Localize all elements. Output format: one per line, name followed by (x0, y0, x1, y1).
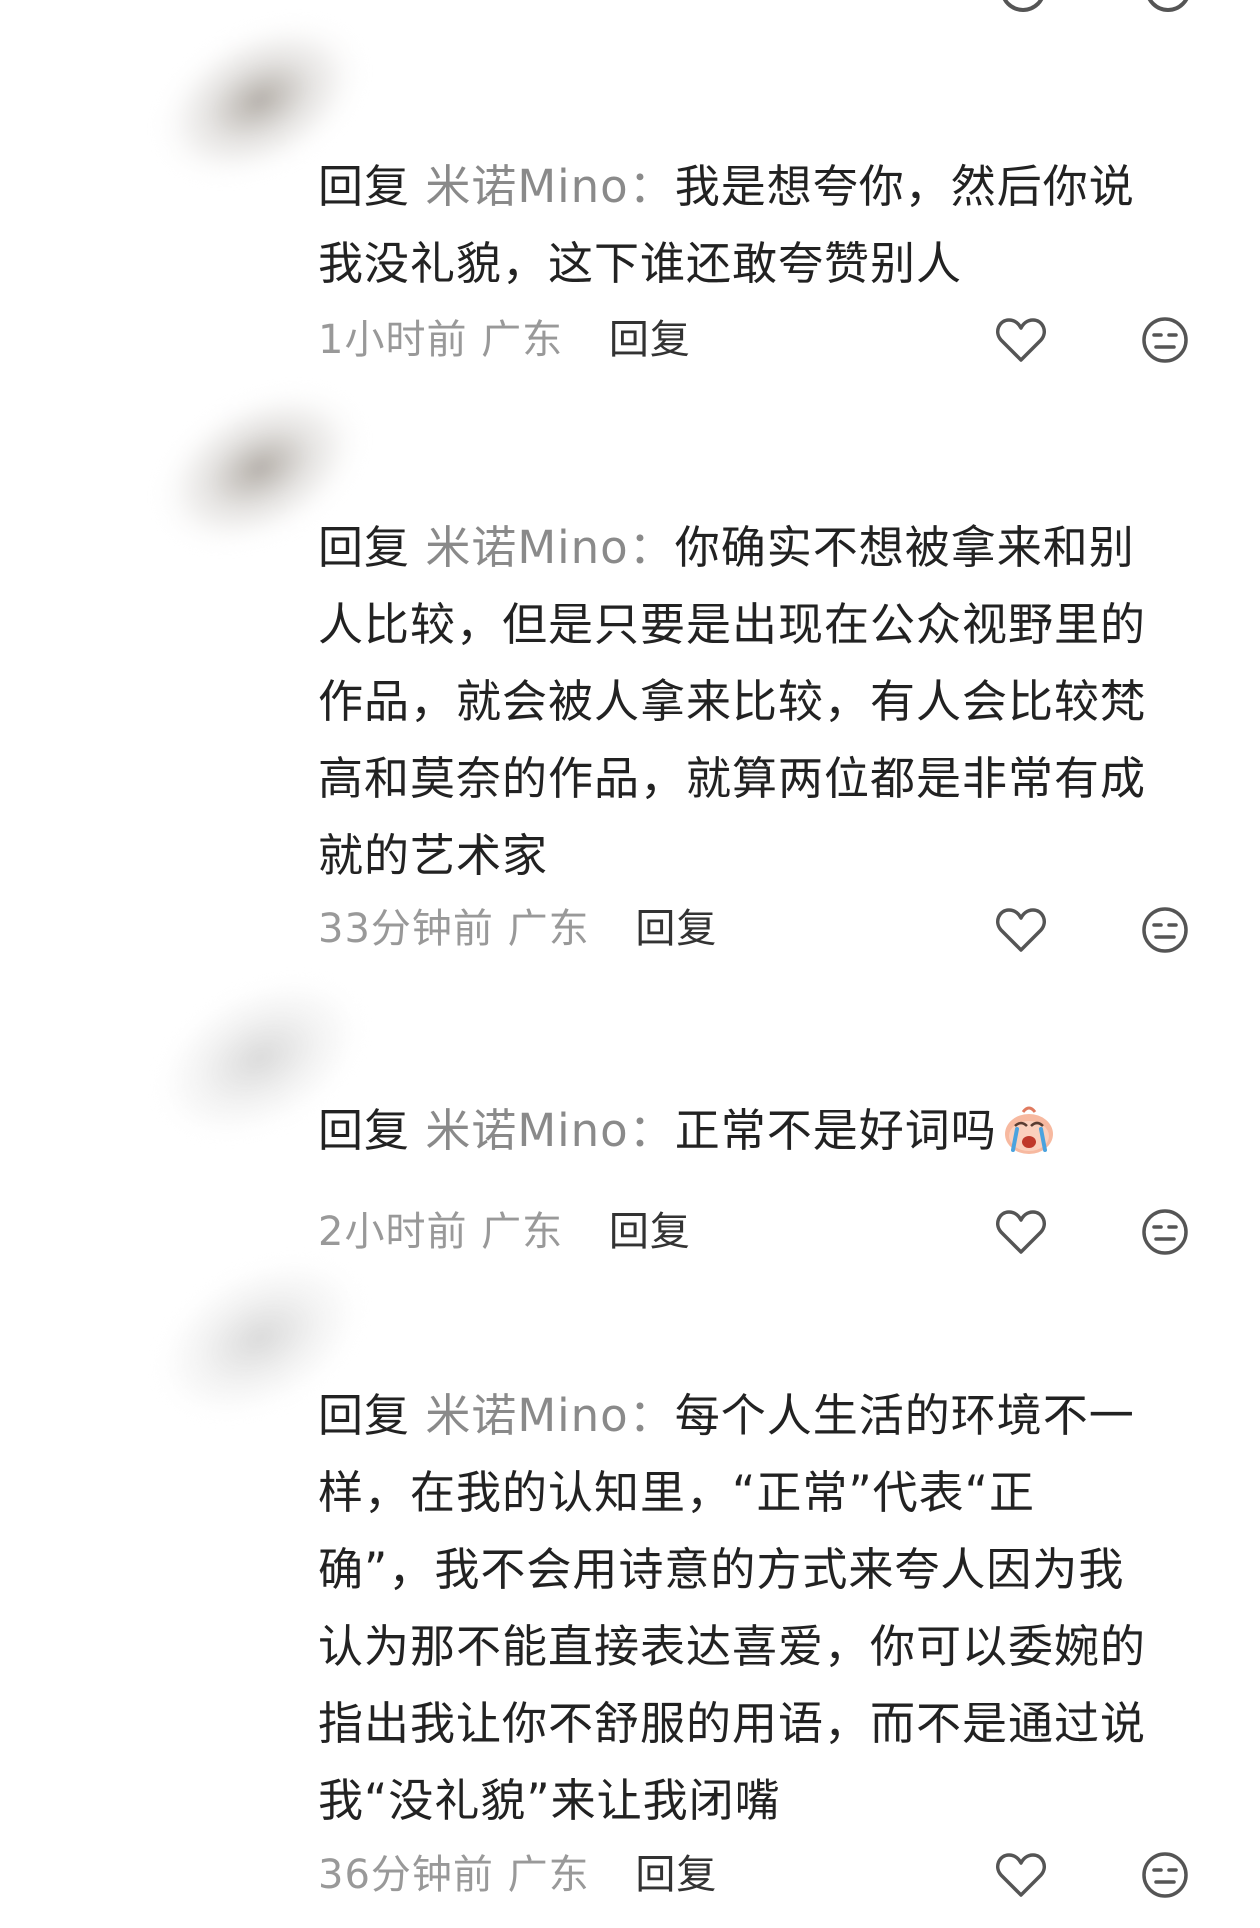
reply-target-username[interactable]: 米诺Mino (425, 1389, 628, 1442)
separator: ： (628, 1389, 675, 1442)
heart-outline-icon[interactable] (995, 906, 1047, 954)
crying-face-emoji (1004, 1106, 1053, 1154)
location: 广东 (481, 1209, 564, 1255)
comment-text: 回复 米诺Mino：我是想夸你，然后你说 我没礼貌，这下谁还敢夸赞别人 (318, 148, 1218, 302)
comment-text: 回复 米诺Mino：正常不是好词吗 (318, 1092, 1218, 1169)
comment-meta: 1小时前 广东 回复 (318, 310, 691, 370)
heart-outline-icon[interactable] (995, 1208, 1047, 1256)
reply-target-username[interactable]: 米诺Mino (425, 521, 628, 574)
comment-text: 回复 米诺Mino：每个人生活的环境不一 样，在我的认知里，“正常”代表“正 确… (318, 1377, 1218, 1839)
reply-button[interactable]: 回复 (635, 1852, 717, 1898)
comment-line: 你确实不想被拿来和别 (674, 521, 1135, 574)
comment-line: 每个人生活的环境不一 (674, 1389, 1135, 1442)
face-icon-partial[interactable] (1145, 0, 1191, 12)
timestamp: 36分钟前 (318, 1852, 494, 1898)
comment-line: 正常不是好词吗 (674, 1104, 997, 1157)
location: 广东 (507, 1852, 590, 1898)
location: 广东 (507, 906, 590, 952)
like-icon-partial[interactable] (1000, 0, 1046, 12)
neutral-face-icon[interactable] (1140, 1207, 1190, 1257)
comment-meta: 2小时前 广东 回复 (318, 1202, 691, 1262)
comment-line: 认为那不能直接表达喜爱，你可以委婉的 (318, 1620, 1147, 1673)
reply-button[interactable]: 回复 (609, 317, 691, 363)
comment-meta: 33分钟前 广东 回复 (318, 899, 717, 959)
reply-button[interactable]: 回复 (609, 1209, 691, 1255)
neutral-face-icon[interactable] (1140, 1850, 1190, 1900)
reply-prefix: 回复 (318, 521, 411, 574)
reply-prefix: 回复 (318, 1104, 411, 1157)
comment-line: 我“没礼貌”来让我闭嘴 (318, 1774, 781, 1827)
separator: ： (628, 160, 675, 213)
comment-line: 高和莫奈的作品，就算两位都是非常有成 (318, 752, 1147, 805)
comment-line: 就的艺术家 (318, 829, 549, 882)
timestamp: 2小时前 (318, 1209, 468, 1255)
neutral-face-icon[interactable] (1140, 315, 1190, 365)
reply-target-username[interactable]: 米诺Mino (425, 1104, 628, 1157)
comment-meta: 36分钟前 广东 回复 (318, 1845, 717, 1905)
reply-prefix: 回复 (318, 1389, 411, 1442)
comment-line: 作品，就会被人拿来比较，有人会比较梵 (318, 675, 1147, 728)
heart-outline-icon[interactable] (995, 316, 1047, 364)
comment-text: 回复 米诺Mino：你确实不想被拿来和别 人比较，但是只要是出现在公众视野里的 … (318, 509, 1218, 894)
timestamp: 1小时前 (318, 317, 468, 363)
neutral-face-icon[interactable] (1140, 905, 1190, 955)
comment-line: 人比较，但是只要是出现在公众视野里的 (318, 598, 1147, 651)
reply-target-username[interactable]: 米诺Mino (425, 160, 628, 213)
comment-line: 我是想夸你，然后你说 (674, 160, 1135, 213)
location: 广东 (481, 317, 564, 363)
heart-outline-icon[interactable] (995, 1851, 1047, 1899)
timestamp: 33分钟前 (318, 906, 494, 952)
comment-line: 确”，我不会用诗意的方式来夸人因为我 (318, 1543, 1125, 1596)
previous-comment-remnant (0, 0, 1260, 20)
reply-prefix: 回复 (318, 160, 411, 213)
separator: ： (628, 1104, 675, 1157)
reply-button[interactable]: 回复 (635, 906, 717, 952)
comment-line: 我没礼貌，这下谁还敢夸赞别人 (318, 237, 963, 290)
comment-line: 样，在我的认知里，“正常”代表“正 (318, 1466, 1035, 1519)
separator: ： (628, 521, 675, 574)
comment-line: 指出我让你不舒服的用语，而不是通过说 (318, 1697, 1147, 1750)
